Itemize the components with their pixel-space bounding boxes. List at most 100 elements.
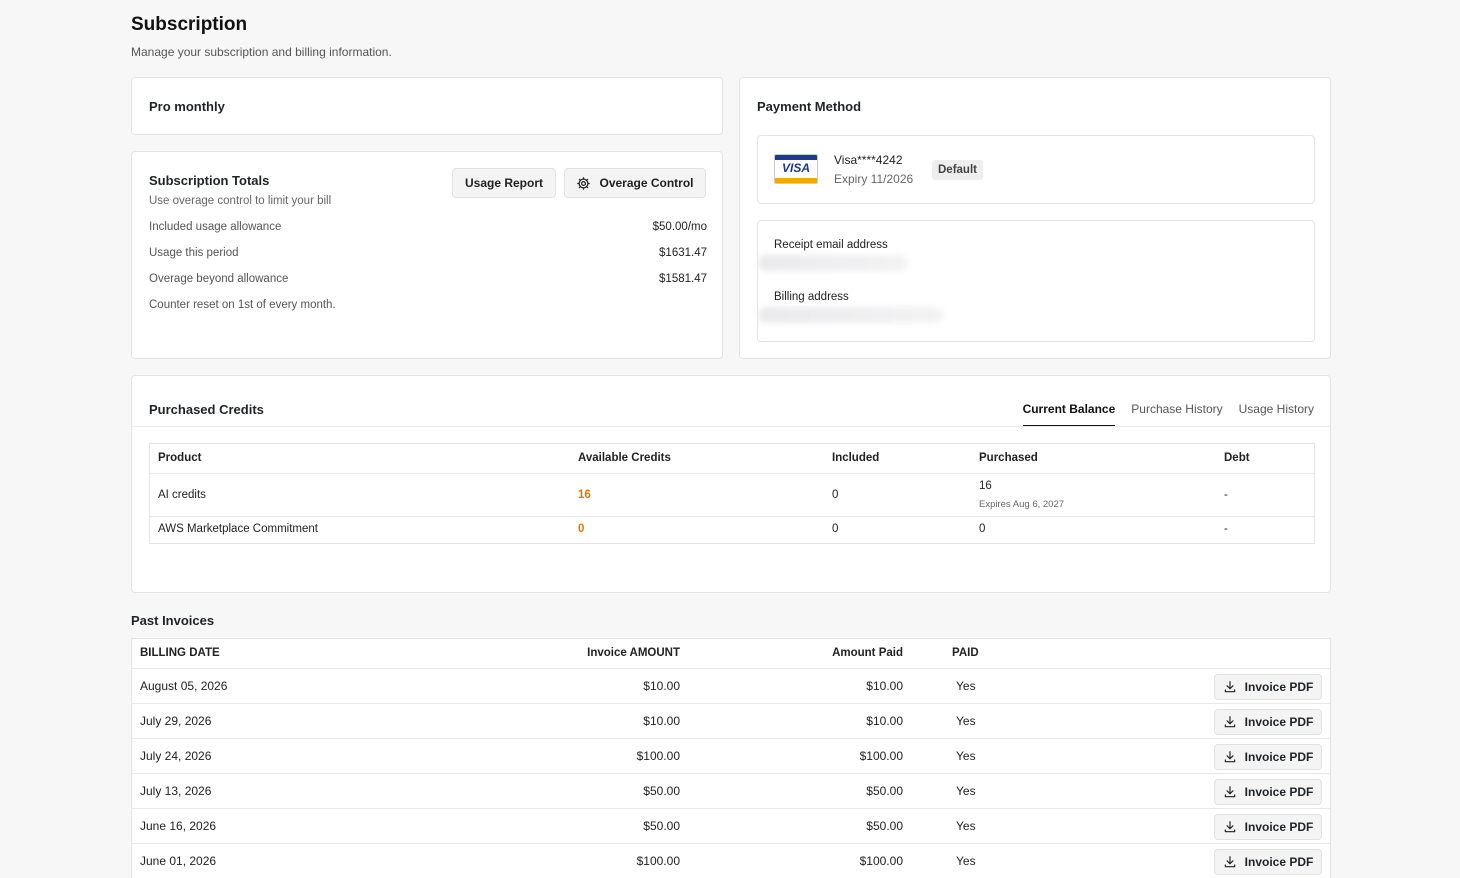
debt: - xyxy=(1224,523,1228,535)
purchased-credits: 0 xyxy=(979,523,986,535)
invoice-pdf-button[interactable]: Invoice PDF xyxy=(1214,744,1322,770)
invoice-amount: $50.00 xyxy=(643,784,680,798)
download-icon xyxy=(1224,681,1235,693)
redacted-address xyxy=(758,307,943,323)
invoice-pdf-button[interactable]: Invoice PDF xyxy=(1214,779,1322,805)
row-value: $50.00/mo xyxy=(652,221,707,233)
totals-row: Usage this period $1631.47 xyxy=(149,247,707,259)
invoice-pdf-button[interactable]: Invoice PDF xyxy=(1214,849,1322,875)
amount-paid: $50.00 xyxy=(866,819,903,833)
amount-paid: $100.00 xyxy=(859,749,903,763)
billing-date: June 16, 2026 xyxy=(140,819,217,833)
totals-subtitle: Use overage control to limit your bill xyxy=(149,195,332,207)
row-label: Usage this period xyxy=(149,247,239,259)
credits-table: Product Available Credits Included Purch… xyxy=(149,443,1315,544)
gear-icon xyxy=(577,176,591,190)
col-paid: PAID xyxy=(952,647,979,659)
available-credits: 0 xyxy=(578,523,585,535)
divider xyxy=(132,426,1330,427)
usage-report-button[interactable]: Usage Report xyxy=(452,168,556,198)
col-available: Available Credits xyxy=(578,452,671,464)
payment-method-card: Payment Method VISA Visa****4242 Expiry … xyxy=(739,77,1331,359)
tab-purchase-history[interactable]: Purchase History xyxy=(1131,402,1222,427)
invoice-amount: $10.00 xyxy=(643,679,680,693)
table-row: AI credits 16 0 16 Expires Aug 6, 2027 - xyxy=(150,474,1314,517)
product-name: AWS Marketplace Commitment xyxy=(158,523,318,535)
totals-row: Overage beyond allowance $1581.47 xyxy=(149,273,707,285)
row-label: Overage beyond allowance xyxy=(149,273,289,285)
table-row: June 01, 2026 $100.00 $100.00 Yes Invoice PD… xyxy=(132,844,1330,878)
amount-paid: $100.00 xyxy=(859,854,903,868)
invoice-pdf-label: Invoice PDF xyxy=(1244,820,1314,834)
card-details[interactable]: VISA Visa****4242 Expiry 11/2026 Default xyxy=(757,135,1315,204)
billing-date: July 24, 2026 xyxy=(140,749,212,763)
default-badge: Default xyxy=(932,160,983,180)
table-header-row: Product Available Credits Included Purch… xyxy=(150,444,1314,474)
table-row: July 24, 2026 $100.00 $100.00 Yes Invoice PD… xyxy=(132,739,1330,774)
download-icon xyxy=(1224,751,1235,763)
invoice-pdf-label: Invoice PDF xyxy=(1244,855,1314,869)
download-icon xyxy=(1224,786,1235,798)
tab-usage-history[interactable]: Usage History xyxy=(1239,402,1314,427)
table-row: June 16, 2026 $50.00 $50.00 Yes Invoice PDF xyxy=(132,809,1330,844)
row-value: $1581.47 xyxy=(659,273,707,285)
paid-status: Yes xyxy=(956,784,976,798)
amount-paid: $10.00 xyxy=(866,714,903,728)
totals-title: Subscription Totals xyxy=(149,173,270,188)
page-subtitle: Manage your subscription and billing inf… xyxy=(131,45,392,59)
plan-card: Pro monthly xyxy=(131,77,723,135)
invoice-pdf-label: Invoice PDF xyxy=(1244,750,1314,764)
expiry-note: Expires Aug 6, 2027 xyxy=(979,499,1065,510)
page-title: Subscription xyxy=(131,14,248,35)
available-credits: 16 xyxy=(578,489,591,501)
invoice-pdf-button[interactable]: Invoice PDF xyxy=(1214,814,1322,840)
amount-paid: $50.00 xyxy=(866,784,903,798)
visa-logo-text: VISA xyxy=(781,161,810,175)
invoice-pdf-label: Invoice PDF xyxy=(1244,715,1314,729)
credits-tabs: Current Balance Purchase History Usage H… xyxy=(1022,402,1314,427)
table-row: July 13, 2026 $50.00 $50.00 Yes Invoice PDF xyxy=(132,774,1330,809)
paid-status: Yes xyxy=(956,749,976,763)
billing-date: June 01, 2026 xyxy=(140,854,217,868)
usage-report-label: Usage Report xyxy=(464,176,544,190)
payment-title: Payment Method xyxy=(757,99,862,114)
download-icon xyxy=(1224,821,1235,833)
card-expiry: Expiry 11/2026 xyxy=(834,172,914,186)
invoice-pdf-label: Invoice PDF xyxy=(1244,785,1314,799)
paid-status: Yes xyxy=(956,679,976,693)
paid-status: Yes xyxy=(956,854,976,868)
table-row: July 29, 2026 $10.00 $10.00 Yes Invoice PDF xyxy=(132,704,1330,739)
product-name: AI credits xyxy=(158,489,206,501)
table-header-row: BILLING DATE Invoice AMOUNT Amount Paid … xyxy=(132,639,1330,669)
included-credits: 0 xyxy=(832,523,839,535)
receipt-email-label: Receipt email address xyxy=(774,239,888,251)
col-purchased: Purchased xyxy=(979,452,1038,464)
past-invoices-title: Past Invoices xyxy=(131,613,215,628)
amount-paid: $10.00 xyxy=(866,679,903,693)
col-included: Included xyxy=(832,452,880,464)
included-credits: 0 xyxy=(832,489,839,501)
redacted-email xyxy=(758,255,908,271)
row-label: Included usage allowance xyxy=(149,221,282,233)
table-row: AWS Marketplace Commitment 0 0 0 - xyxy=(150,517,1314,543)
reset-note: Counter reset on 1st of every month. xyxy=(149,299,707,311)
visa-card-icon: VISA xyxy=(774,154,818,184)
reset-note-text: Counter reset on 1st of every month. xyxy=(149,299,336,311)
totals-row: Included usage allowance $50.00/mo xyxy=(149,221,707,233)
billing-details: Receipt email address Billing address xyxy=(757,220,1315,342)
invoice-amount: $50.00 xyxy=(643,819,680,833)
overage-control-button[interactable]: Overage Control xyxy=(564,168,706,198)
col-invoice-amount: Invoice AMOUNT xyxy=(587,647,680,659)
tab-current-balance[interactable]: Current Balance xyxy=(1022,402,1116,427)
subscription-totals-card: Subscription Totals Use overage control … xyxy=(131,151,723,359)
purchased-credits-card: Purchased Credits Current Balance Purcha… xyxy=(131,375,1331,593)
invoice-pdf-button[interactable]: Invoice PDF xyxy=(1214,709,1322,735)
table-row: August 05, 2026 $10.00 $10.00 Yes Invoice PD… xyxy=(132,669,1330,704)
invoice-pdf-label: Invoice PDF xyxy=(1244,680,1314,694)
credits-title: Purchased Credits xyxy=(149,402,264,417)
billing-address-label: Billing address xyxy=(774,291,849,303)
overage-control-label: Overage Control xyxy=(599,176,694,190)
invoice-pdf-button[interactable]: Invoice PDF xyxy=(1214,674,1322,700)
debt: - xyxy=(1224,489,1228,501)
invoice-amount: $100.00 xyxy=(636,749,680,763)
